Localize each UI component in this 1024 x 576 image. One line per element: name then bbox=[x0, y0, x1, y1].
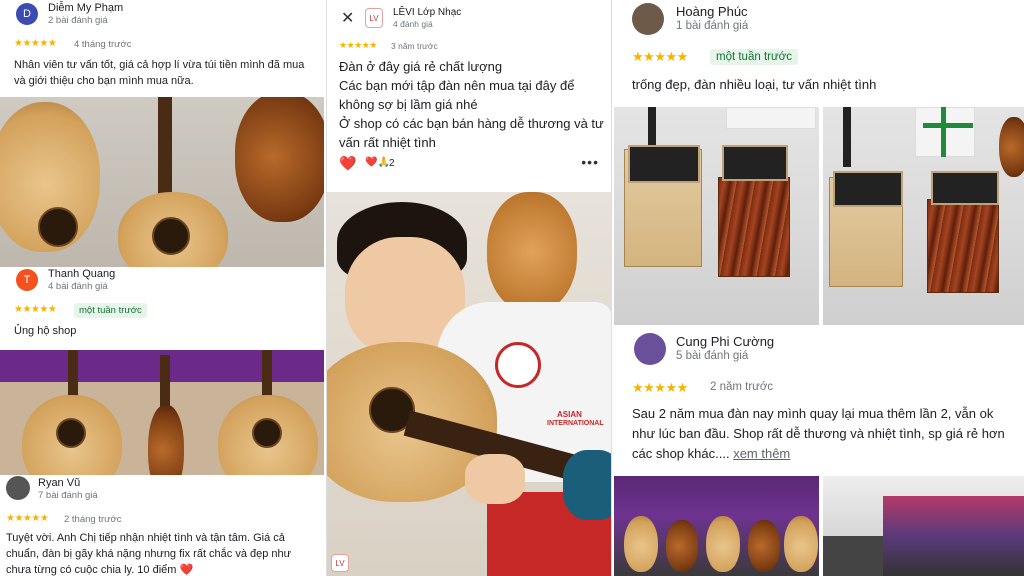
shirt-text: INTERNATIONAL bbox=[547, 420, 604, 427]
review-text: Sau 2 năm mua đàn nay mình quay lại mua … bbox=[632, 404, 1016, 464]
review-photo-boy-guitar[interactable]: ASIAN INTERNATIONAL LV bbox=[327, 192, 611, 576]
background-guitar bbox=[487, 192, 577, 312]
guitar-soundhole bbox=[38, 207, 78, 247]
shop-review-count: 4 đánh giá bbox=[393, 19, 433, 29]
reviewer-review-count: 2 bài đánh giá bbox=[48, 15, 108, 26]
reviewer-review-count: 7 bài đánh giá bbox=[38, 490, 98, 501]
review-text-body: Sau 2 năm mua đàn nay mình quay lại mua … bbox=[632, 406, 1005, 461]
bag bbox=[726, 107, 816, 129]
reviewer-name[interactable]: Ryan Vũ bbox=[38, 477, 80, 489]
review-text: Đàn ở đây giá rẻ chất lượng Các bạn mới … bbox=[339, 57, 609, 152]
reviewer-name[interactable]: Hoàng Phúc bbox=[676, 4, 748, 19]
shop-logo[interactable]: LV bbox=[365, 8, 383, 28]
review-time-badge: một tuần trước bbox=[74, 303, 147, 318]
review-panel-right: Hoàng Phúc 1 bài đánh giá ★★★★★ một tuần… bbox=[614, 0, 1024, 576]
reviewer-name[interactable]: Thanh Quang bbox=[48, 268, 115, 280]
star-rating: ★★★★★ bbox=[14, 304, 57, 315]
star-rating: ★★★★★ bbox=[632, 49, 688, 64]
star-rating: ★★★★★ bbox=[6, 513, 49, 524]
guitar-image bbox=[148, 405, 184, 475]
reaction-icons[interactable]: ❤️🙏 bbox=[365, 157, 390, 168]
watermark-logo: LV bbox=[331, 554, 349, 572]
guitar-neck bbox=[648, 107, 656, 147]
blue-guitar bbox=[563, 450, 611, 520]
guitar-image bbox=[784, 516, 818, 572]
review-time: 3 năm trước bbox=[391, 41, 438, 51]
review-photo-guitars[interactable] bbox=[0, 97, 324, 267]
avatar[interactable] bbox=[6, 476, 30, 500]
heart-icon[interactable]: ❤️ bbox=[339, 155, 356, 172]
star-rating: ★★★★★ bbox=[632, 380, 688, 395]
bag-stripe bbox=[941, 107, 946, 157]
boy-hand bbox=[465, 454, 525, 504]
guitar-soundhole bbox=[56, 418, 86, 448]
shop-name[interactable]: LÊVI Lớp Nhạc bbox=[393, 7, 461, 18]
review-time: 2 năm trước bbox=[710, 381, 774, 393]
review-line: Ở shop có các bạn bán hàng dễ thương và … bbox=[339, 116, 604, 150]
cajon-image bbox=[927, 199, 999, 293]
cajon-image bbox=[718, 177, 790, 277]
avatar[interactable]: D bbox=[16, 3, 38, 25]
reviewer-review-count: 5 bài đánh giá bbox=[676, 350, 749, 362]
shirt-logo bbox=[495, 342, 541, 388]
avatar[interactable]: T bbox=[16, 269, 38, 291]
see-more-link[interactable]: xem thêm bbox=[733, 446, 790, 461]
star-rating: ★★★★★ bbox=[14, 38, 57, 49]
reviewer-review-count: 4 bài đánh giá bbox=[48, 281, 108, 292]
guitar-image bbox=[999, 117, 1024, 177]
cajon-top bbox=[833, 171, 903, 207]
review-panel-left: D Diễm My Phạm 2 bài đánh giá ★★★★★ 4 th… bbox=[0, 0, 324, 576]
review-time: 4 tháng trước bbox=[74, 39, 132, 50]
review-photo-cajons[interactable] bbox=[614, 107, 819, 325]
guitar-image bbox=[624, 516, 658, 572]
review-photo-cajons[interactable] bbox=[823, 107, 1024, 325]
guitar-image bbox=[235, 97, 324, 222]
shirt-text: ASIAN bbox=[557, 410, 582, 419]
review-text: Ủng hộ shop bbox=[14, 325, 77, 337]
review-line: Đàn ở đây giá rẻ chất lượng bbox=[339, 59, 503, 74]
avatar[interactable] bbox=[634, 333, 666, 365]
review-text: Tuyệt vời. Anh Chị tiếp nhận nhiệt tình … bbox=[6, 532, 292, 576]
guitar-neck bbox=[843, 107, 851, 167]
review-time-badge: một tuần trước bbox=[710, 49, 798, 65]
more-options-icon[interactable]: ••• bbox=[581, 154, 599, 170]
reviewer-name[interactable]: Diễm My Phạm bbox=[48, 2, 123, 14]
review-photo-shop[interactable] bbox=[823, 476, 1024, 576]
cajon-top bbox=[722, 145, 788, 181]
cajon-top bbox=[628, 145, 700, 183]
review-time: 2 tháng trước bbox=[64, 514, 122, 525]
guitar-image bbox=[666, 520, 698, 572]
review-text: Nhân viên tư vấn tốt, giá cả hợp lí vừa … bbox=[14, 59, 305, 87]
reviewer-name[interactable]: Cung Phi Cường bbox=[676, 334, 774, 349]
guitar-soundhole bbox=[252, 418, 282, 448]
review-photo-guitars[interactable] bbox=[0, 350, 324, 475]
review-panel-middle: ✕ LV LÊVI Lớp Nhạc 4 đánh giá ★★★★★ 3 nă… bbox=[326, 0, 612, 576]
guitar-image bbox=[706, 516, 740, 572]
bag-stripe bbox=[923, 123, 973, 128]
close-icon[interactable]: ✕ bbox=[341, 8, 354, 28]
review-text: trống đẹp, đàn nhiều loại, tư vấn nhiệt … bbox=[632, 77, 877, 92]
star-rating: ★★★★★ bbox=[339, 40, 377, 50]
guitar-soundhole bbox=[152, 217, 190, 255]
reaction-count: 2 bbox=[389, 158, 395, 169]
review-line: Các bạn mới tập đàn nên mua tại đây để k… bbox=[339, 78, 575, 112]
reviewer-review-count: 1 bài đánh giá bbox=[676, 20, 749, 32]
guitar-neck bbox=[158, 97, 172, 207]
review-photo-shop[interactable] bbox=[614, 476, 819, 576]
guitar-image bbox=[748, 520, 780, 572]
cajon-top bbox=[931, 171, 999, 205]
shelf bbox=[823, 536, 883, 576]
avatar[interactable] bbox=[632, 3, 664, 35]
shelf bbox=[883, 496, 1024, 576]
